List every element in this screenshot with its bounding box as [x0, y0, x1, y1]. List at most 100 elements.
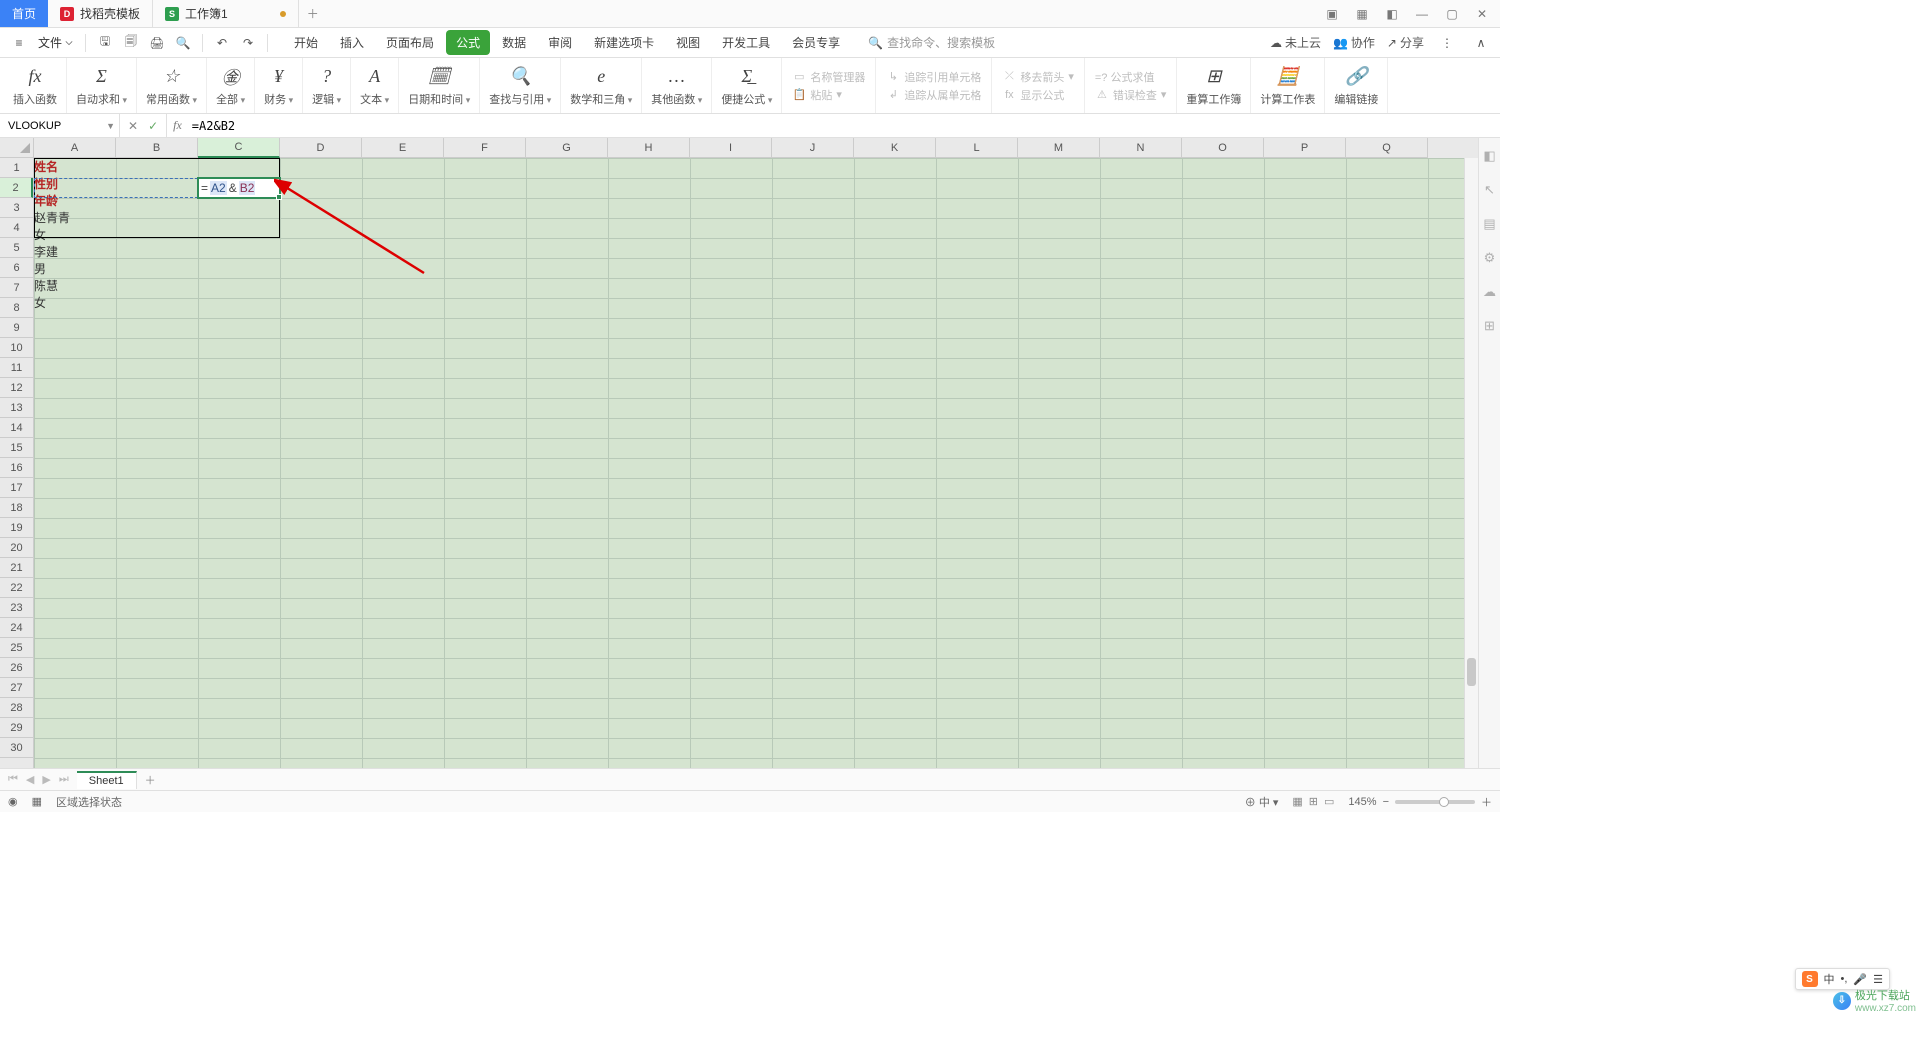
ribbon-全部[interactable]: ㊎全部: [207, 58, 255, 113]
doc-tab-template[interactable]: D 找稻壳模板: [48, 0, 153, 27]
ribbon-便捷公式[interactable]: Σ̲便捷公式: [712, 58, 782, 113]
col-header-O[interactable]: O: [1182, 138, 1264, 158]
tab-start[interactable]: 开始: [284, 30, 328, 55]
ribbon-逻辑[interactable]: ?逻辑: [303, 58, 351, 113]
row-header-23[interactable]: 23: [0, 598, 33, 618]
sheet-prev-icon[interactable]: ◀: [26, 773, 34, 786]
tab-layout[interactable]: 页面布局: [376, 30, 444, 55]
zoom-out-icon[interactable]: −: [1383, 796, 1389, 808]
ribbon-财务[interactable]: ¥财务: [255, 58, 303, 113]
col-header-C[interactable]: C: [198, 138, 280, 158]
col-header-I[interactable]: I: [690, 138, 772, 158]
cooperate-button[interactable]: 👥协作: [1333, 34, 1375, 51]
more-icon[interactable]: ⋮: [1436, 32, 1458, 54]
ime-floating-bar[interactable]: S 中 •, 🎤 ☰: [1795, 968, 1891, 990]
cloud-status[interactable]: ☁未上云: [1270, 34, 1321, 51]
row-header-16[interactable]: 16: [0, 458, 33, 478]
col-header-D[interactable]: D: [280, 138, 362, 158]
row-header-8[interactable]: 8: [0, 298, 33, 318]
select-all-corner[interactable]: [0, 138, 34, 158]
ribbon-编辑链接[interactable]: 🔗编辑链接: [1325, 58, 1388, 113]
row-header-14[interactable]: 14: [0, 418, 33, 438]
row-header-3[interactable]: 3: [0, 198, 33, 218]
col-header-L[interactable]: L: [936, 138, 1018, 158]
vertical-scrollbar[interactable]: [1464, 158, 1478, 768]
col-header-Q[interactable]: Q: [1346, 138, 1428, 158]
cancel-formula-icon[interactable]: ✕: [128, 119, 138, 133]
name-box-dropdown-icon[interactable]: ▼: [106, 121, 115, 131]
cell[interactable]: 女: [34, 294, 70, 311]
formula-input[interactable]: [188, 119, 1500, 133]
add-doc-tab[interactable]: ＋: [299, 0, 327, 27]
property-pane-icon[interactable]: ⚙: [1482, 250, 1498, 266]
row-header-4[interactable]: 4: [0, 218, 33, 238]
row-header-1[interactable]: 1: [0, 158, 33, 178]
row-header-20[interactable]: 20: [0, 538, 33, 558]
row-header-11[interactable]: 11: [0, 358, 33, 378]
cell[interactable]: 年龄: [34, 192, 70, 209]
tab-view[interactable]: 视图: [666, 30, 710, 55]
ribbon-文本[interactable]: A文本: [351, 58, 399, 113]
row-header-13[interactable]: 13: [0, 398, 33, 418]
row-header-27[interactable]: 27: [0, 678, 33, 698]
app-menu-icon[interactable]: ≡: [8, 32, 30, 54]
row-header-7[interactable]: 7: [0, 278, 33, 298]
row-header-6[interactable]: 6: [0, 258, 33, 278]
fx-icon[interactable]: fx: [167, 118, 188, 133]
row-header-25[interactable]: 25: [0, 638, 33, 658]
window-layout-icon[interactable]: ▣: [1324, 6, 1340, 22]
col-header-F[interactable]: F: [444, 138, 526, 158]
doc-tab-workbook[interactable]: S 工作簿1: [153, 0, 299, 27]
zoom-slider[interactable]: [1395, 800, 1475, 804]
command-search[interactable]: 🔍 查找命令、搜索模板: [868, 34, 995, 51]
row-header-18[interactable]: 18: [0, 498, 33, 518]
ribbon-常用函数[interactable]: ☆常用函数: [137, 58, 207, 113]
row-header-9[interactable]: 9: [0, 318, 33, 338]
name-box-input[interactable]: [4, 120, 106, 132]
sheet-nav[interactable]: ⏮ ◀ ▶ ⏭: [0, 773, 77, 786]
maximize-icon[interactable]: ▢: [1444, 6, 1460, 22]
save-icon[interactable]: 🖫: [94, 32, 116, 54]
row-header-21[interactable]: 21: [0, 558, 33, 578]
collapse-ribbon-icon[interactable]: ∧: [1470, 32, 1492, 54]
add-sheet-button[interactable]: ＋: [137, 772, 164, 788]
row-header-17[interactable]: 17: [0, 478, 33, 498]
col-header-B[interactable]: B: [116, 138, 198, 158]
col-header-P[interactable]: P: [1264, 138, 1346, 158]
spreadsheet-grid[interactable]: ABCDEFGHIJKLMNOPQ 1234567891011121314151…: [0, 138, 1478, 768]
more-pane-icon[interactable]: ⊞: [1482, 318, 1498, 334]
row-header-24[interactable]: 24: [0, 618, 33, 638]
row-header-5[interactable]: 5: [0, 238, 33, 258]
ime-voice-icon[interactable]: 🎤: [1853, 973, 1867, 986]
select-pane-icon[interactable]: ↖: [1482, 182, 1498, 198]
ribbon-查找与引用[interactable]: 🔍查找与引用: [480, 58, 561, 113]
skin-icon[interactable]: ◧: [1384, 6, 1400, 22]
print-preview-icon[interactable]: 🔍: [172, 32, 194, 54]
sheet-first-icon[interactable]: ⏮: [8, 773, 18, 786]
row-header-29[interactable]: 29: [0, 718, 33, 738]
col-header-K[interactable]: K: [854, 138, 936, 158]
ribbon-自动求和[interactable]: Σ自动求和: [67, 58, 137, 113]
backup-pane-icon[interactable]: ☁: [1482, 284, 1498, 300]
row-header-2[interactable]: 2: [0, 178, 33, 198]
tab-newtab[interactable]: 新建选项卡: [584, 30, 664, 55]
col-header-E[interactable]: E: [362, 138, 444, 158]
ribbon-重算工作簿[interactable]: ⊞重算工作簿: [1177, 58, 1251, 113]
tab-review[interactable]: 审阅: [538, 30, 582, 55]
sheet-last-icon[interactable]: ⏭: [59, 773, 69, 786]
view-reading-icon[interactable]: ▭: [1324, 795, 1334, 808]
style-pane-icon[interactable]: ▤: [1482, 216, 1498, 232]
row-header-15[interactable]: 15: [0, 438, 33, 458]
cell[interactable]: 性别: [34, 175, 70, 192]
col-header-J[interactable]: J: [772, 138, 854, 158]
row-header-10[interactable]: 10: [0, 338, 33, 358]
sheet-next-icon[interactable]: ▶: [42, 773, 50, 786]
cell[interactable]: 男: [34, 260, 70, 277]
tab-insert[interactable]: 插入: [330, 30, 374, 55]
col-header-A[interactable]: A: [34, 138, 116, 158]
col-header-H[interactable]: H: [608, 138, 690, 158]
record-macro-icon[interactable]: ◉: [8, 795, 18, 808]
zoom-in-icon[interactable]: ＋: [1481, 794, 1492, 810]
tab-vip[interactable]: 会员专享: [782, 30, 850, 55]
row-header-28[interactable]: 28: [0, 698, 33, 718]
